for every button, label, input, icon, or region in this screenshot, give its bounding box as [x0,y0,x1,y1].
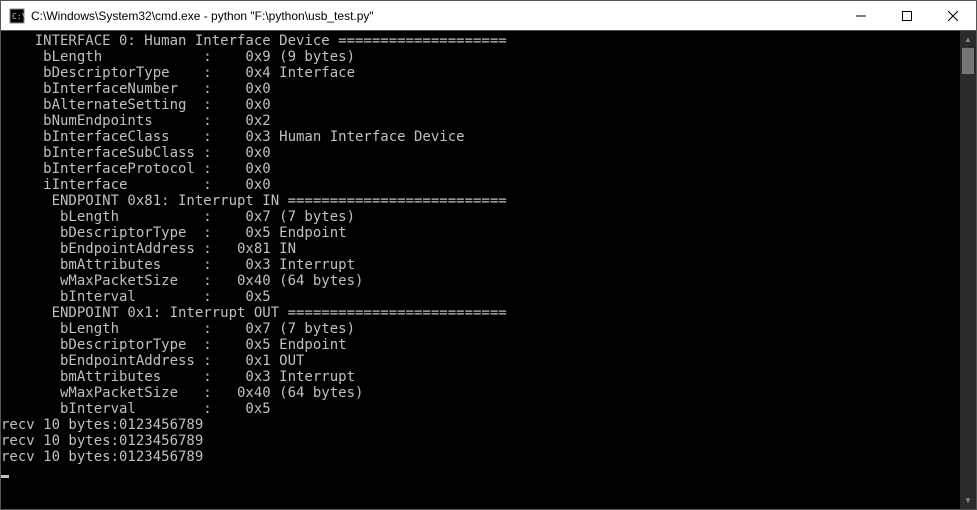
minimize-button[interactable] [838,1,884,31]
terminal-area: INTERFACE 0: Human Interface Device ====… [1,31,976,509]
scroll-thumb[interactable] [962,48,974,74]
maximize-button[interactable] [884,1,930,31]
titlebar[interactable]: C:\ C:\Windows\System32\cmd.exe - python… [1,1,976,31]
close-button[interactable] [930,1,976,31]
scrollbar[interactable]: ▲ ▼ [959,31,976,509]
app-icon: C:\ [9,8,25,24]
scroll-up-arrow[interactable]: ▲ [960,31,976,48]
scroll-down-arrow[interactable]: ▼ [960,492,976,509]
cursor [1,475,9,478]
window-title: C:\Windows\System32\cmd.exe - python "F:… [31,9,374,23]
terminal-output[interactable]: INTERFACE 0: Human Interface Device ====… [1,31,959,509]
svg-text:C:\: C:\ [12,12,25,21]
